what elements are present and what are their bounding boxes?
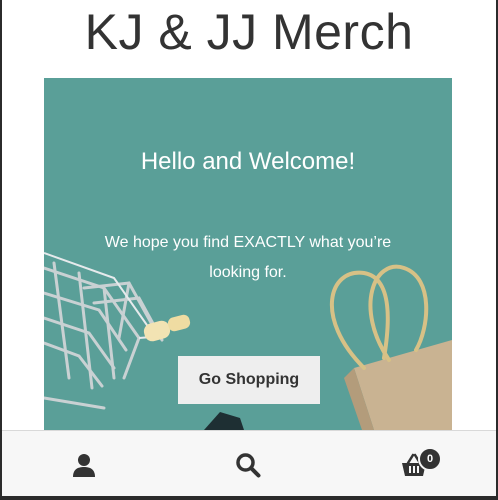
hero-heading: Hello and Welcome! <box>140 148 356 175</box>
hero-banner: Hello and Welcome! We hope you find EXAC… <box>44 78 452 430</box>
search-icon <box>236 453 261 478</box>
hero-text: We hope you find EXACTLY what you’re loo… <box>104 234 392 281</box>
search-link[interactable] <box>228 445 268 485</box>
my-account-link[interactable] <box>64 445 104 485</box>
site-title[interactable]: KJ & JJ Merch <box>0 2 498 62</box>
handheld-footer-bar: 0 <box>2 430 496 497</box>
cart-link[interactable]: 0 <box>394 445 442 485</box>
window-border-bottom <box>0 496 498 500</box>
go-shopping-button[interactable]: Go Shopping <box>178 356 320 404</box>
window-border-left <box>0 0 2 500</box>
user-icon <box>73 454 95 477</box>
cart-count-badge: 0 <box>418 447 442 471</box>
